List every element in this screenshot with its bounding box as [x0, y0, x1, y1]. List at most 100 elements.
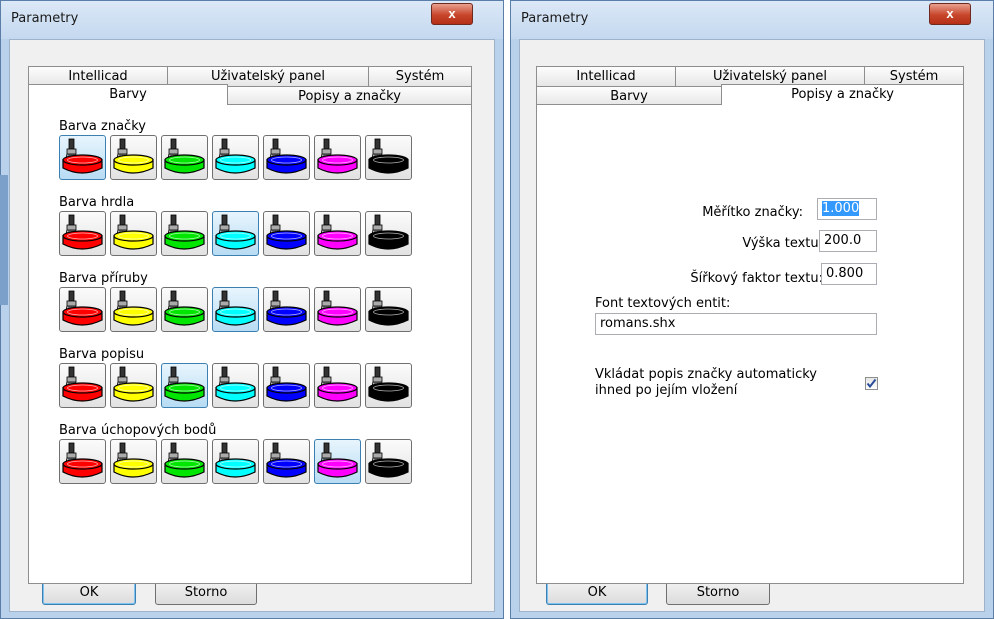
color-button-magenta[interactable] [314, 363, 361, 408]
storno-label: Storno [696, 585, 740, 600]
paint-bucket-icon [113, 214, 154, 250]
color-button-black[interactable] [365, 439, 412, 484]
ok-button[interactable]: OK [546, 581, 648, 605]
font-input[interactable]: romans.shx [595, 313, 877, 335]
paint-bucket-icon [164, 138, 205, 174]
color-button-cyan[interactable] [212, 439, 259, 484]
close-icon: x [946, 6, 954, 21]
color-button-blue[interactable] [263, 287, 310, 332]
paint-bucket-icon [215, 290, 256, 326]
checkmark-icon [866, 378, 877, 389]
storno-label: Storno [184, 585, 228, 600]
color-button-red[interactable] [59, 135, 106, 180]
paint-bucket-icon [266, 442, 307, 478]
ok-button[interactable]: OK [42, 581, 136, 605]
color-button-cyan[interactable] [212, 363, 259, 408]
paint-bucket-icon [215, 442, 256, 478]
paint-bucket-icon [368, 138, 409, 174]
tab-uzivatelsky-panel[interactable]: Uživatelský panel [675, 66, 865, 86]
color-button-red[interactable] [59, 439, 106, 484]
tab-label: Intellicad [576, 69, 636, 84]
vyska-input[interactable]: 200.0 [819, 230, 877, 252]
storno-button[interactable]: Storno [155, 581, 257, 605]
sirka-input[interactable]: 0.800 [821, 263, 877, 285]
vyska-value: 200.0 [824, 233, 862, 248]
tab-label: Barvy [610, 89, 648, 104]
sirka-label: Šířkový faktor textu: [690, 271, 823, 286]
tab-label: Systém [889, 69, 939, 84]
close-button[interactable]: x [431, 3, 473, 25]
paint-bucket-icon [113, 290, 154, 326]
color-button-blue[interactable] [263, 211, 310, 256]
color-button-blue[interactable] [263, 135, 310, 180]
meritko-input[interactable]: 1.000 [817, 198, 877, 220]
color-button-black[interactable] [365, 363, 412, 408]
section-label: Barva hrdla [59, 195, 135, 210]
tab-intellicad[interactable]: Intellicad [536, 66, 676, 86]
tab-intellicad[interactable]: Intellicad [28, 66, 168, 86]
color-button-red[interactable] [59, 211, 106, 256]
dialog-parametry-popisy: Parametry x Intellicad Uživatelský panel… [510, 0, 994, 619]
ok-label: OK [79, 585, 99, 600]
tab-system[interactable]: Systém [368, 66, 472, 86]
paint-bucket-icon [164, 214, 205, 250]
color-button-yellow[interactable] [110, 211, 157, 256]
dialog-client: Intellicad Uživatelský panel Systém Barv… [9, 39, 495, 612]
tab-label: Barvy [109, 87, 147, 102]
color-button-green[interactable] [161, 211, 208, 256]
ok-label: OK [587, 585, 607, 600]
tab-popisy-a-znacky[interactable]: Popisy a značky [721, 84, 964, 105]
close-icon: x [448, 6, 456, 21]
color-button-blue[interactable] [263, 363, 310, 408]
color-button-yellow[interactable] [110, 363, 157, 408]
storno-button[interactable]: Storno [666, 581, 770, 605]
tab-uzivatelsky-panel[interactable]: Uživatelský panel [167, 66, 369, 86]
meritko-value: 1.000 [822, 201, 860, 216]
title-bar[interactable]: Parametry x [1, 1, 503, 39]
section-label: Barva úchopových bodů [59, 423, 217, 438]
paint-bucket-icon [215, 214, 256, 250]
title-bar[interactable]: Parametry x [511, 1, 993, 39]
color-button-blue[interactable] [263, 439, 310, 484]
auto-popis-label-line2: ihned po jejím vložení [595, 383, 738, 398]
dialog-client: Intellicad Uživatelský panel Systém Barv… [519, 39, 985, 612]
paint-bucket-icon [368, 214, 409, 250]
color-button-yellow[interactable] [110, 439, 157, 484]
color-button-green[interactable] [161, 287, 208, 332]
color-button-green[interactable] [161, 363, 208, 408]
background-strip [0, 175, 8, 305]
color-button-yellow[interactable] [110, 135, 157, 180]
color-button-cyan[interactable] [212, 211, 259, 256]
color-button-magenta[interactable] [314, 439, 361, 484]
color-button-magenta[interactable] [314, 135, 361, 180]
color-button-red[interactable] [59, 287, 106, 332]
color-button-black[interactable] [365, 211, 412, 256]
paint-bucket-icon [62, 290, 103, 326]
tab-popisy-a-znacky[interactable]: Popisy a značky [227, 86, 472, 106]
paint-bucket-icon [368, 442, 409, 478]
tab-barvy[interactable]: Barvy [536, 86, 722, 106]
paint-bucket-icon [317, 442, 358, 478]
color-button-magenta[interactable] [314, 211, 361, 256]
tab-barvy[interactable]: Barvy [28, 84, 228, 105]
color-button-yellow[interactable] [110, 287, 157, 332]
color-button-green[interactable] [161, 135, 208, 180]
tab-system[interactable]: Systém [864, 66, 964, 86]
color-button-red[interactable] [59, 363, 106, 408]
paint-bucket-icon [317, 214, 358, 250]
color-button-magenta[interactable] [314, 287, 361, 332]
close-button[interactable]: x [929, 3, 971, 25]
paint-bucket-icon [62, 442, 103, 478]
color-button-black[interactable] [365, 287, 412, 332]
color-button-cyan[interactable] [212, 287, 259, 332]
tab-panel-barvy: Barva značky Barva hrdla Barva příruby Barv… [28, 104, 472, 584]
paint-bucket-icon [317, 138, 358, 174]
color-button-black[interactable] [365, 135, 412, 180]
paint-bucket-icon [164, 290, 205, 326]
paint-bucket-icon [113, 366, 154, 402]
color-button-cyan[interactable] [212, 135, 259, 180]
paint-bucket-icon [62, 138, 103, 174]
tab-panel-popisy: Měřítko značky: 1.000 Výška textu: 200.0… [536, 104, 964, 584]
color-button-green[interactable] [161, 439, 208, 484]
auto-popis-checkbox[interactable] [865, 377, 878, 390]
